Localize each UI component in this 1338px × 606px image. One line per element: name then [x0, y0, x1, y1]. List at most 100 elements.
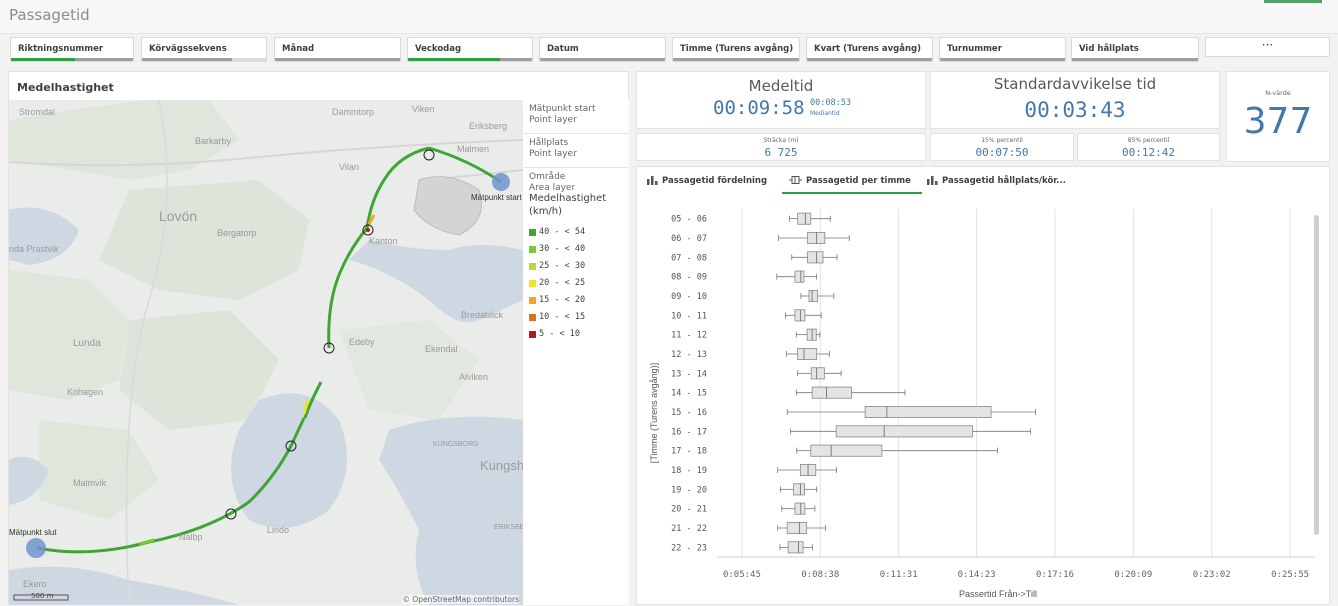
y-tick-label: 15 - 16: [671, 408, 707, 418]
filter-veckodag[interactable]: Veckodag: [407, 37, 533, 62]
filter-månad[interactable]: Månad: [274, 37, 401, 62]
filter-bar-rest: [500, 58, 532, 61]
map-place-label: Kungshat: [480, 458, 523, 473]
tab-passagetid-per-timme[interactable]: Passagetid per timme: [789, 175, 911, 188]
filter-bar: Riktningsnummer Körvägssekvens Månad Veckod…: [0, 37, 1338, 63]
legend-item[interactable]: 10 - < 15: [523, 309, 629, 326]
filter-label: Timme (Turens avgång): [680, 44, 794, 54]
kpi-nvarde[interactable]: N-värde 377: [1226, 71, 1330, 162]
filter-selection-bar: [807, 58, 932, 61]
y-tick-label: 08 - 09: [671, 273, 707, 283]
filter-kvart-turens-avgång-[interactable]: Kvart (Turens avgång): [806, 37, 933, 62]
box[interactable]: [787, 541, 804, 554]
map-place-label: Viken: [412, 104, 434, 114]
filter-label: Datum: [547, 44, 579, 54]
filter-label: Riktningsnummer: [18, 44, 104, 54]
kpi-medeltid-title: Medeltid: [748, 77, 814, 95]
map-place-label: Barkarby: [195, 136, 232, 146]
kpi-mediantid-value: 00:08:53: [810, 98, 851, 108]
legend-item[interactable]: 25 - < 30: [523, 258, 629, 275]
legend-item-label: 40 - < 54: [539, 227, 586, 237]
map-place-label: Mätpunkt slut: [9, 528, 57, 537]
filter-selection-bar: [940, 58, 1065, 61]
filter-bar-rest: [232, 58, 266, 61]
legend-item-label: 10 - < 15: [539, 312, 586, 322]
kpi-nvarde-label: N-värde: [1265, 89, 1291, 97]
legend-swatch: [529, 280, 536, 287]
y-tick-label: 18 - 19: [671, 466, 707, 476]
filter-label: Veckodag: [415, 44, 462, 54]
legend-swatch: [529, 314, 536, 321]
chart-scrollbar[interactable]: [1314, 215, 1319, 535]
legend-layer[interactable]: Mätpunkt start Point layer: [523, 100, 629, 134]
legend-item[interactable]: 20 - < 25: [523, 275, 629, 292]
legend-swatch: [529, 297, 536, 304]
filter-selection-bar: [142, 58, 232, 61]
filter-timme-turens-avgång-[interactable]: Timme (Turens avgång): [672, 37, 800, 62]
legend-layer-name: Område: [529, 172, 566, 182]
filter-datum[interactable]: Datum: [539, 37, 666, 62]
box[interactable]: [786, 521, 808, 535]
box[interactable]: [864, 405, 992, 419]
filter-turnummer[interactable]: Turnummer: [939, 37, 1066, 62]
legend-item[interactable]: 15 - < 20: [523, 292, 629, 309]
filter-label: Vid hållplats: [1079, 44, 1139, 54]
legend-item[interactable]: 40 - < 54: [523, 224, 629, 241]
map-place-label: Lunda: [73, 338, 101, 349]
boxplot-icon: [789, 175, 802, 188]
kpi-p15-label: 15% percentil: [981, 137, 1023, 144]
boxplot-chart[interactable]: 0:05:45 0:08:38 0:11:31 0:14:23 0:17:16 0:20:…: [637, 195, 1331, 606]
map-place-label: Ekendal: [425, 344, 458, 354]
filter-riktningsnummer[interactable]: Riktningsnummer: [10, 37, 134, 62]
y-tick-label: 05 - 06: [671, 215, 707, 225]
box[interactable]: [811, 386, 852, 399]
legend-layer[interactable]: Hållplats Point layer: [523, 134, 629, 168]
map-attribution[interactable]: © OpenStreetMap contributors: [402, 595, 519, 604]
more-filters-button[interactable]: ···: [1205, 37, 1330, 57]
box[interactable]: [808, 289, 818, 303]
map-place-label: Dammtorp: [332, 107, 374, 117]
box[interactable]: [793, 483, 805, 496]
box[interactable]: [810, 444, 883, 457]
app-title: Passagetid: [9, 6, 90, 24]
tab-label: Passagetid per timme: [806, 176, 911, 186]
kpi-p85[interactable]: 85% percentil 00:12:42: [1077, 133, 1220, 161]
kpi-medeltid[interactable]: Medeltid 00:09:58 00:08:53 Mediantid: [636, 71, 926, 129]
title-accent-bar: [1264, 0, 1322, 3]
map-legend: Mätpunkt start Point layer Hållplats Point …: [523, 100, 629, 605]
y-tick-label: 16 - 17: [671, 427, 707, 437]
box[interactable]: [810, 367, 825, 380]
legend-item-label: 15 - < 20: [539, 295, 586, 305]
kpi-stracka[interactable]: Sträcka (m) 6 725: [636, 133, 926, 161]
legend-layer-name: Mätpunkt start: [529, 104, 596, 114]
tab-label: Passagetid fördelning: [662, 176, 768, 186]
map-svg[interactable]: Stromdal Dammtorp Viken Eriksberg Barkarby Ma…: [9, 100, 523, 605]
box[interactable]: [807, 251, 824, 264]
filter-label: Körvägssekvens: [149, 44, 227, 54]
legend-item[interactable]: 5 - < 10: [523, 326, 629, 343]
tab-passagetid-fordelning[interactable]: Passagetid fördelning: [647, 175, 767, 188]
box[interactable]: [797, 212, 812, 225]
box[interactable]: [794, 502, 806, 515]
app-title-bar: Passagetid: [0, 0, 1338, 34]
box[interactable]: [794, 309, 806, 322]
map-place-label: Mätpunkt start: [471, 193, 522, 202]
filter-vid-hållplats[interactable]: Vid hållplats: [1071, 37, 1199, 62]
map-scale-label: 500 m: [31, 592, 54, 600]
map-canvas[interactable]: Stromdal Dammtorp Viken Eriksberg Barkarby Ma…: [9, 100, 523, 605]
box[interactable]: [807, 231, 826, 245]
box[interactable]: [806, 328, 817, 341]
y-tick-label: 07 - 08: [671, 253, 707, 263]
y-tick-label: 12 - 13: [671, 350, 707, 360]
kpi-stddev[interactable]: Standardavvikelse tid 00:03:43: [930, 71, 1220, 129]
tab-passagetid-hallplats[interactable]: Passagetid hållplats/kör...: [927, 175, 1066, 188]
box[interactable]: [835, 425, 973, 438]
filter-körvägssekvens[interactable]: Körvägssekvens: [141, 37, 267, 62]
kpi-p15[interactable]: 15% percentil 00:07:50: [930, 133, 1074, 161]
y-tick-label: 21 - 22: [671, 524, 707, 534]
legend-item[interactable]: 30 - < 40: [523, 241, 629, 258]
box[interactable]: [797, 347, 818, 361]
legend-item-label: 30 - < 40: [539, 244, 586, 254]
legend-swatch: [529, 229, 536, 236]
box[interactable]: [794, 270, 805, 283]
